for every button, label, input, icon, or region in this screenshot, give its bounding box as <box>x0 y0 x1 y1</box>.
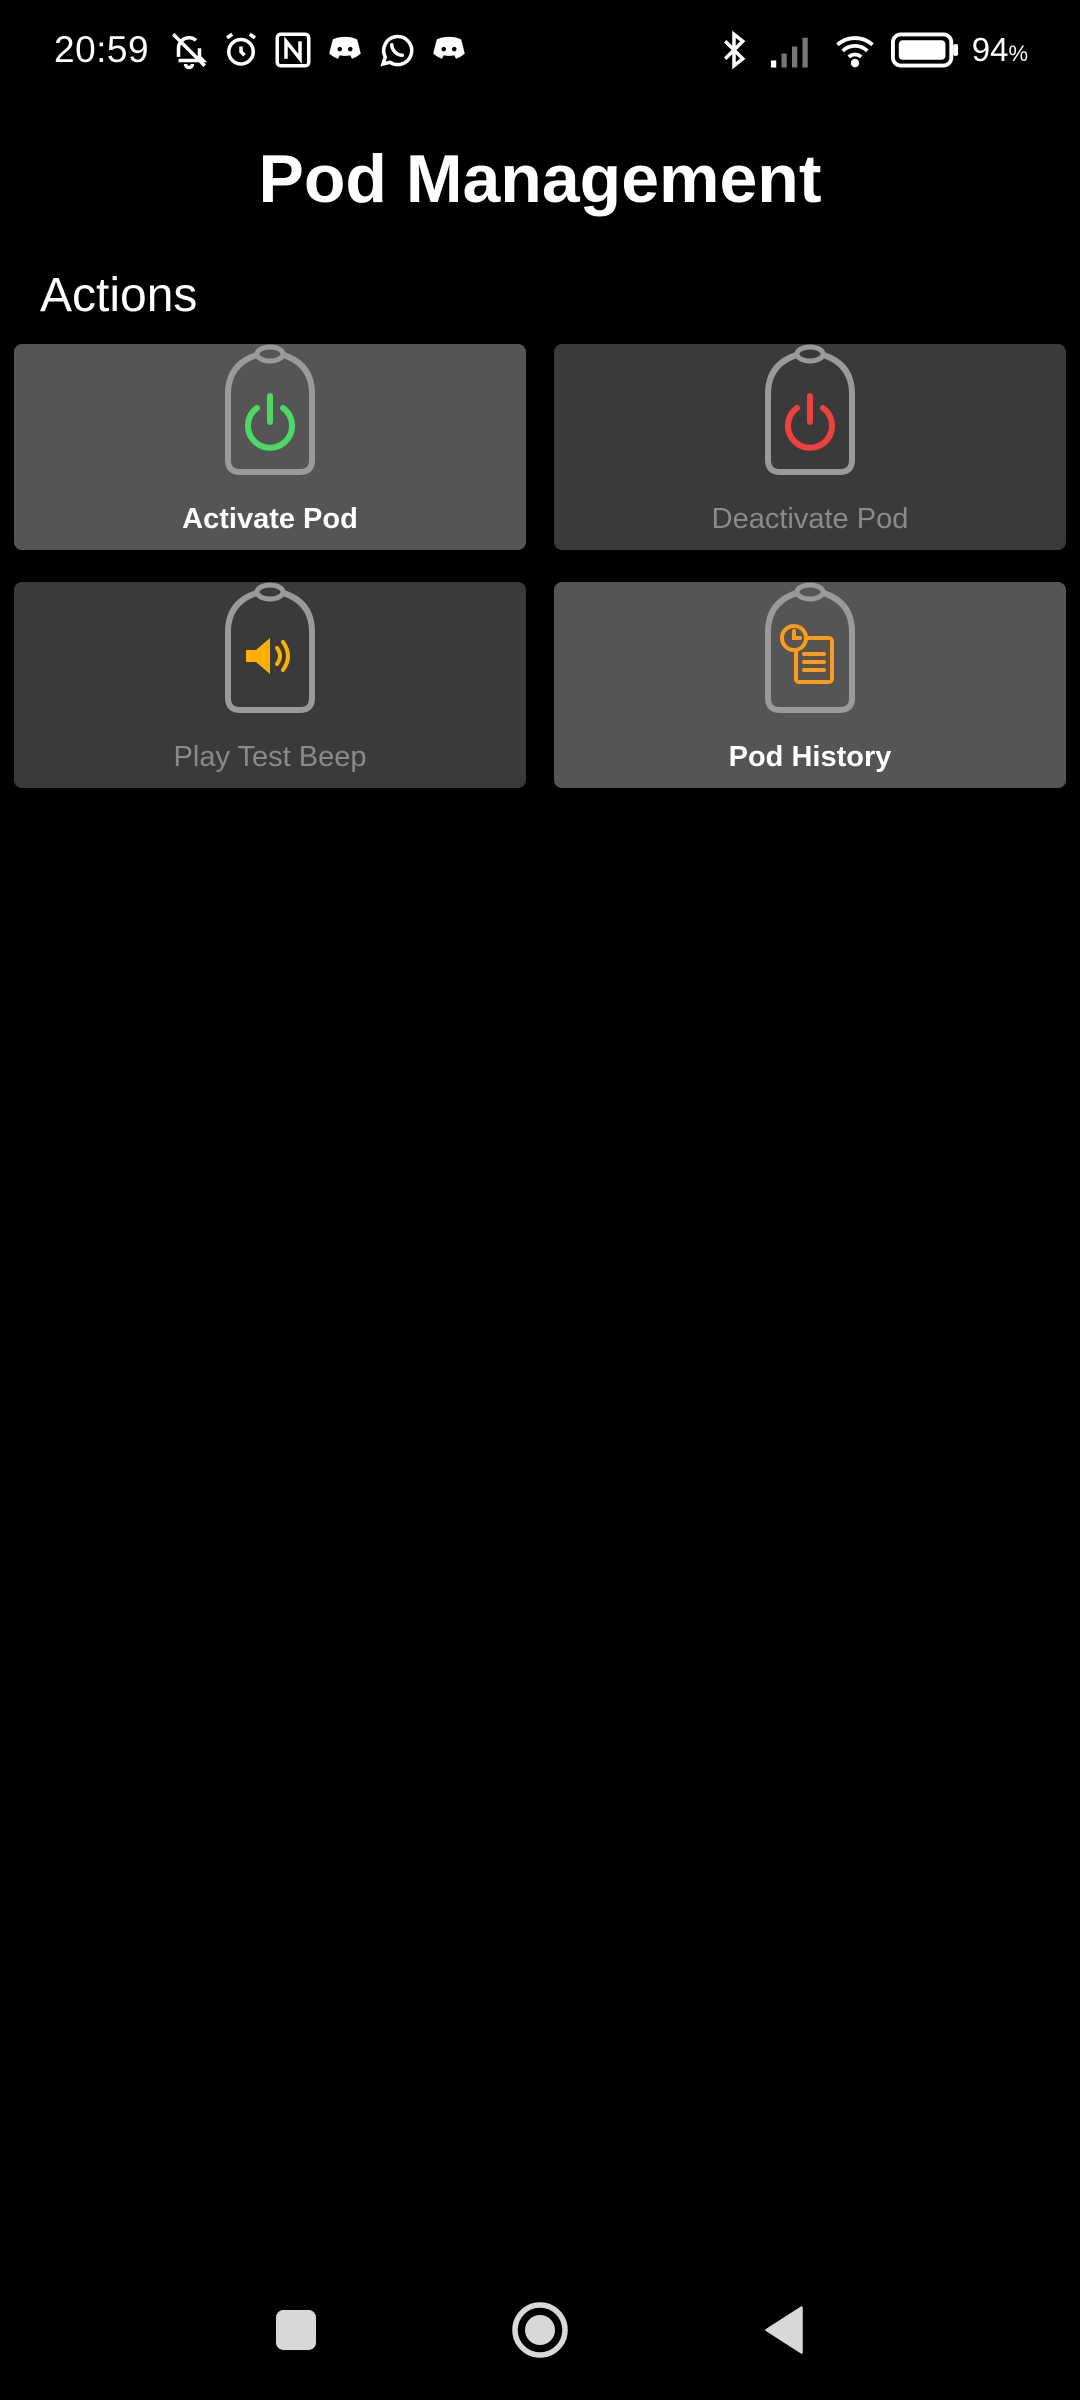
play-test-beep-button[interactable]: Play Test Beep <box>14 582 526 788</box>
wifi-icon <box>828 28 882 72</box>
discord-icon <box>323 28 367 72</box>
page-title: Pod Management <box>258 141 822 217</box>
pod-activate-icon <box>225 344 315 475</box>
back-icon <box>765 2306 803 2354</box>
activate-pod-label: Activate Pod <box>182 503 358 535</box>
battery-percent: 94% <box>972 31 1028 69</box>
battery-percent-value: 94 <box>971 31 1009 68</box>
signal-icon <box>764 28 820 72</box>
bluetooth-icon <box>712 28 756 72</box>
status-bar: 20:59 94% <box>0 0 1080 100</box>
nfc-icon <box>271 28 315 72</box>
status-right: 94% <box>708 28 1028 72</box>
history-icon <box>780 624 834 684</box>
pod-history-label: Pod History <box>728 741 892 773</box>
navigation-bar <box>0 2280 1080 2380</box>
recents-button[interactable] <box>236 2290 356 2370</box>
back-button[interactable] <box>724 2290 844 2370</box>
battery-percent-sign: % <box>1008 41 1028 66</box>
speaker-icon <box>246 638 290 674</box>
alarm-icon <box>219 28 263 72</box>
pod-beep-icon <box>225 582 315 713</box>
activate-pod-button[interactable]: Activate Pod <box>14 344 526 550</box>
actions-grid: Activate Pod Deactivate Pod Play Test Be… <box>14 344 1066 788</box>
deactivate-pod-button[interactable]: Deactivate Pod <box>554 344 1066 550</box>
status-time: 20:59 <box>54 29 150 70</box>
actions-section-title: Actions <box>40 269 198 322</box>
whatsapp-icon <box>375 28 419 72</box>
home-icon <box>512 2302 568 2358</box>
pod-history-button[interactable]: Pod History <box>554 582 1066 788</box>
screen: 20:59 94% Pod Management Actions Activat… <box>0 0 1080 2400</box>
muted-bell-icon <box>167 28 211 72</box>
power-icon <box>785 393 835 451</box>
power-icon <box>245 393 295 451</box>
deactivate-pod-label: Deactivate Pod <box>711 503 909 535</box>
home-button[interactable] <box>480 2290 600 2370</box>
battery-icon <box>890 28 962 72</box>
discord-icon-2 <box>427 28 471 72</box>
play-test-beep-label: Play Test Beep <box>173 741 367 773</box>
status-left: 20:59 <box>54 28 475 72</box>
recents-icon <box>276 2310 316 2350</box>
pod-deactivate-icon <box>765 344 855 475</box>
pod-history-icon <box>765 582 855 713</box>
